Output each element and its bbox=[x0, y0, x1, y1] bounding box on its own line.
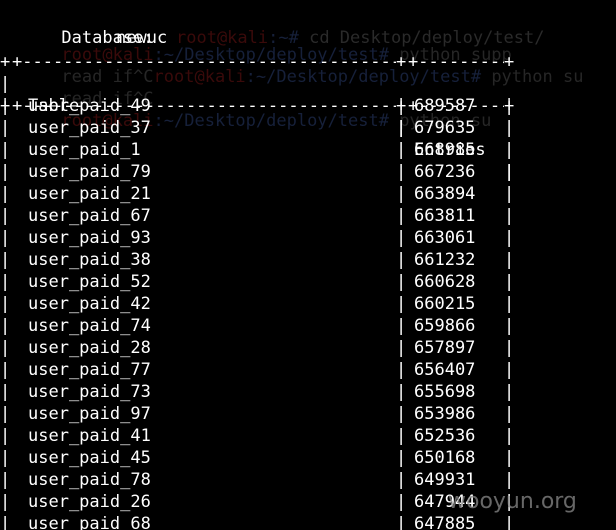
entries-count-cell: 657897 bbox=[414, 338, 476, 358]
terminal-window[interactable]: root@kali:~/Desktop/deploy/test# python … bbox=[0, 0, 616, 530]
entries-count-cell: 649931 bbox=[414, 470, 476, 490]
database-header-line: Database: newuc root@kali:~# cd Desktop/de… bbox=[0, 5, 544, 48]
table-name-cell: user_paid_78 bbox=[28, 470, 151, 490]
entries-count-cell: 652536 bbox=[414, 426, 476, 446]
table-name-cell: user_paid_77 bbox=[28, 360, 151, 380]
table-name-cell: user_paid_93 bbox=[28, 228, 151, 248]
table-name-cell: user_paid_74 bbox=[28, 316, 151, 336]
entries-count-cell: 663894 bbox=[414, 184, 476, 204]
entries-count-cell: 659866 bbox=[414, 316, 476, 336]
table-name-cell: user_paid_68 bbox=[28, 514, 151, 530]
entries-count-cell: 660215 bbox=[414, 294, 476, 314]
ghost-first-line: root@kali:~# cd Desktop/deploy/test/ bbox=[176, 28, 545, 48]
table-name-cell: user_paid_67 bbox=[28, 206, 151, 226]
table-name-cell: user_paid_41 bbox=[28, 426, 151, 446]
entries-count-cell: 679635 bbox=[414, 118, 476, 138]
entries-count-cell: 661232 bbox=[414, 250, 476, 270]
table-name-cell: user_paid_21 bbox=[28, 184, 151, 204]
sqlmap-table-output: Database: newuc root@kali:~# cd Desktop/de… bbox=[0, 0, 616, 530]
entries-count-cell: 660628 bbox=[414, 272, 476, 292]
entries-count-cell: 650168 bbox=[414, 448, 476, 468]
table-top-border: ++--------------------------------------… bbox=[0, 52, 515, 72]
entries-count-cell: 647885 bbox=[414, 514, 476, 530]
entries-count-cell: 667236 bbox=[414, 162, 476, 182]
entries-count-cell: 663061 bbox=[414, 228, 476, 248]
entries-count-cell: 663811 bbox=[414, 206, 476, 226]
watermark-text: wooyun.org bbox=[448, 489, 577, 514]
table-name-cell: user_paid_28 bbox=[28, 338, 151, 358]
table-name-cell: user_paid_52 bbox=[28, 272, 151, 292]
entries-count-cell: 689587 bbox=[414, 96, 476, 116]
entries-count-cell: 668985 bbox=[414, 140, 476, 160]
table-name-cell: user_paid_49 bbox=[28, 96, 151, 116]
table-name-cell: user_paid_26 bbox=[28, 492, 151, 512]
entries-count-cell: 656407 bbox=[414, 360, 476, 380]
table-name-cell: user_paid_73 bbox=[28, 382, 151, 402]
table-header-border: ++--------------------------------------… bbox=[0, 96, 515, 116]
table-name-cell: user_paid_1 bbox=[28, 140, 141, 160]
entries-count-cell: 653986 bbox=[414, 404, 476, 424]
table-name-cell: user_paid_37 bbox=[28, 118, 151, 138]
table-name-cell: user_paid_97 bbox=[28, 404, 151, 424]
table-name-cell: user_paid_42 bbox=[28, 294, 151, 314]
entries-count-cell: 655698 bbox=[414, 382, 476, 402]
database-name: newuc bbox=[116, 28, 168, 48]
table-name-cell: user_paid_79 bbox=[28, 162, 151, 182]
table-header-row: | Table | Entries | bbox=[0, 74, 515, 182]
table-name-cell: user_paid_38 bbox=[28, 250, 151, 270]
table-name-cell: user_paid_45 bbox=[28, 448, 151, 468]
